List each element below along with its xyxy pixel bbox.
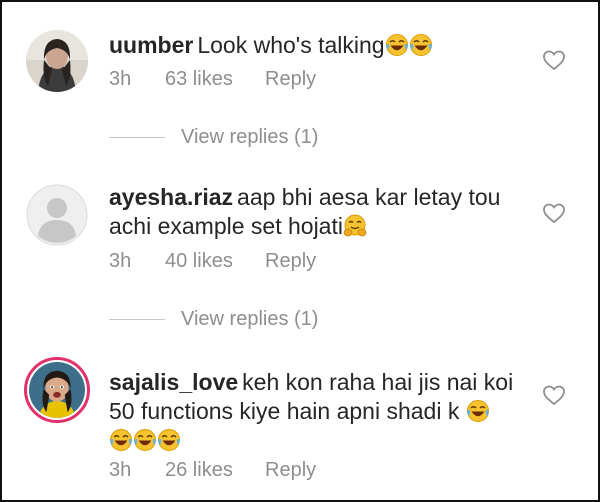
reply-button[interactable]: Reply <box>265 459 316 482</box>
comment-likes[interactable]: 40 likes <box>165 250 265 273</box>
joy-emoji-icon <box>109 428 133 452</box>
divider-line <box>109 319 165 320</box>
comment-text: uumber Look who's talking <box>109 31 529 60</box>
hugging-emoji-icon <box>343 214 367 238</box>
comments-panel: uumber Look who's talking 3h 63 likes Rep… <box>0 0 600 502</box>
divider-line <box>109 137 165 138</box>
comment-meta: 3h 40 likes Reply <box>109 250 316 273</box>
joy-emoji-icon <box>466 399 490 423</box>
default-avatar-icon <box>26 184 88 246</box>
comment-likes[interactable]: 63 likes <box>165 68 265 91</box>
view-replies-button[interactable]: View replies (1) <box>109 308 318 331</box>
reply-button[interactable]: Reply <box>265 250 316 273</box>
avatar[interactable] <box>26 184 88 246</box>
avatar[interactable] <box>26 30 88 92</box>
comment-text: ayesha.riaz aap bhi aesa kar letay tou ac… <box>109 183 529 241</box>
joy-emoji-icon <box>133 428 157 452</box>
like-heart-icon[interactable] <box>542 202 566 224</box>
joy-emoji-icon <box>157 428 181 452</box>
comment-body: Look who's talking <box>197 32 385 58</box>
comment-meta: 3h 63 likes Reply <box>109 68 316 91</box>
like-heart-icon[interactable] <box>542 384 566 406</box>
comment-timestamp: 3h <box>109 459 132 481</box>
joy-emoji-icon <box>385 33 409 57</box>
comment-timestamp: 3h <box>109 68 132 90</box>
joy-emoji-icon <box>409 33 433 57</box>
comment-timestamp: 3h <box>109 250 132 272</box>
like-heart-icon[interactable] <box>542 49 566 71</box>
comment-meta: 3h 26 likes Reply <box>109 459 316 482</box>
reply-button[interactable]: Reply <box>265 68 316 91</box>
view-replies-label: View replies (1) <box>181 308 319 330</box>
comment-likes[interactable]: 26 likes <box>165 459 265 482</box>
comment-username[interactable]: uumber <box>109 32 193 58</box>
avatar-story-ring[interactable] <box>24 357 90 423</box>
comment-username[interactable]: sajalis_love <box>109 369 238 395</box>
profile-photo-icon <box>29 362 85 418</box>
profile-photo-icon <box>26 30 88 92</box>
view-replies-label: View replies (1) <box>181 126 319 148</box>
comment-text: sajalis_love keh kon raha hai jis nai koi… <box>109 368 529 455</box>
view-replies-button[interactable]: View replies (1) <box>109 126 318 149</box>
comment-username[interactable]: ayesha.riaz <box>109 184 233 210</box>
